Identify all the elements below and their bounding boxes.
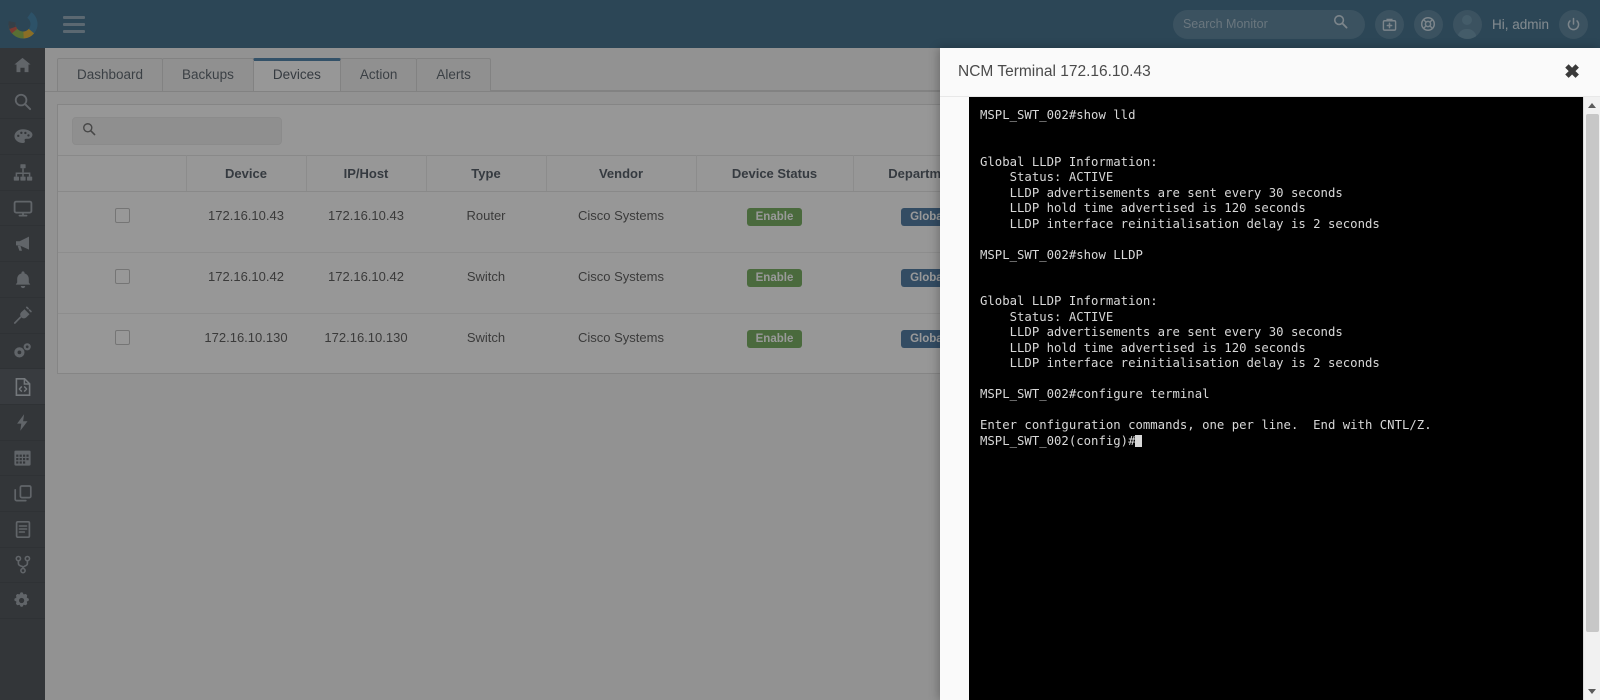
terminal-text: MSPL_SWT_002#show lld Global LLDP Inform… (980, 108, 1432, 448)
scrollbar-track[interactable] (1583, 114, 1600, 683)
scrollbar-thumb[interactable] (1585, 114, 1599, 632)
triangle-up-icon (1588, 103, 1596, 108)
terminal-scrollbar[interactable] (1583, 97, 1600, 700)
modal-body: MSPL_SWT_002#show lld Global LLDP Inform… (940, 97, 1600, 700)
ncm-terminal-modal: NCM Terminal 172.16.10.43 ✖ MSPL_SWT_002… (940, 48, 1600, 700)
modal-header: NCM Terminal 172.16.10.43 ✖ (940, 48, 1600, 97)
modal-title: NCM Terminal 172.16.10.43 (958, 63, 1151, 80)
scroll-down-arrow[interactable] (1583, 683, 1600, 700)
triangle-down-icon (1588, 689, 1596, 694)
terminal-output[interactable]: MSPL_SWT_002#show lld Global LLDP Inform… (969, 97, 1583, 700)
close-icon[interactable]: ✖ (1558, 61, 1586, 84)
scroll-up-arrow[interactable] (1583, 97, 1600, 114)
terminal-cursor (1135, 434, 1143, 447)
